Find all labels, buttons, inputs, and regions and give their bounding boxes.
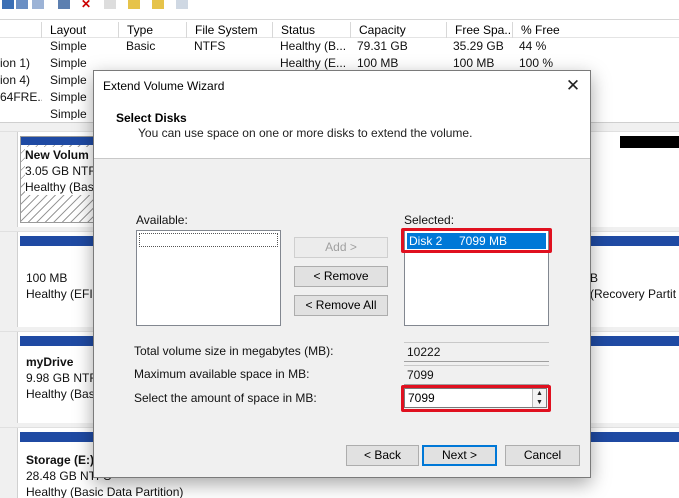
max-space-value: 7099 (404, 365, 549, 385)
partition-recovery[interactable]: B (Recovery Partit (590, 236, 679, 319)
partition-right[interactable] (590, 336, 679, 415)
add-button[interactable]: Add > (294, 237, 388, 258)
selected-label: Selected: (404, 213, 455, 227)
layout: Simple (50, 107, 87, 120)
col-pct-free[interactable]: % Free (512, 22, 607, 38)
back-icon[interactable] (2, 0, 14, 9)
delete-icon[interactable]: ✕ (80, 0, 92, 10)
volume-name: ion 4) (0, 73, 31, 87)
amount-input[interactable] (405, 389, 529, 407)
partition-bar (21, 137, 99, 145)
partition-new-volume[interactable]: New Volum 3.05 GB NTFS Healthy (Basic (20, 136, 104, 223)
spin-down-icon[interactable]: ▼ (532, 398, 546, 407)
file-system: NTFS (194, 39, 226, 53)
partition-right[interactable] (590, 136, 679, 148)
list-item[interactable]: Disk 2 7099 MB (407, 233, 546, 249)
volume-name (0, 38, 40, 55)
help-icon[interactable] (32, 0, 44, 9)
partition-status: Healthy (Basic Data Partition) (26, 485, 184, 498)
up-icon[interactable] (128, 0, 140, 9)
page-title: Select Disks (116, 111, 187, 125)
capacity: 79.31 GB (357, 39, 408, 53)
partition-bar (590, 336, 679, 346)
toolbar: ✕ (0, 0, 679, 12)
status: Healthy (B... (280, 39, 347, 53)
volume-list-header: Layout Type File System Status Capacity … (0, 19, 679, 38)
connect-icon[interactable] (58, 0, 70, 9)
remove-all-button[interactable]: < Remove All (294, 295, 388, 316)
partition-bar (20, 336, 100, 346)
layout: Simple (50, 56, 87, 70)
type: Basic (126, 39, 156, 53)
page-subtitle: You can use space on one or more disks t… (138, 126, 473, 140)
partition-size: 100 MB (26, 271, 68, 285)
col-capacity[interactable]: Capacity (350, 22, 446, 38)
amount-stepper[interactable]: ▲ ▼ (404, 388, 547, 408)
partition-status: Healthy (Basic (25, 180, 103, 194)
total-size-value: 10222 (404, 342, 549, 362)
col-layout[interactable]: Layout (41, 22, 121, 38)
properties-icon[interactable] (16, 0, 28, 9)
view-icon[interactable] (176, 0, 188, 9)
partition-info: New Volum 3.05 GB NTFS Healthy (Basic (25, 147, 104, 195)
dialog-header: Select Disks You can use space on one or… (94, 101, 590, 159)
volume-name (0, 106, 40, 120)
partition-bar (20, 236, 100, 246)
partition-size: B (590, 271, 599, 285)
volume-name: 64FRE... (0, 90, 42, 104)
volume-name: ion 1) (0, 56, 31, 70)
partition-name: New Volum (25, 148, 89, 162)
disk-label-strip (0, 132, 18, 227)
partition-size: 3.05 GB NTFS (25, 164, 104, 178)
close-icon[interactable]: ✕ (562, 75, 584, 97)
partition-info: 100 MB Healthy (EFI (26, 270, 93, 302)
available-label: Available: (136, 213, 188, 227)
table-row[interactable]: Simple Basic NTFS Healthy (B... 79.31 GB… (0, 38, 679, 55)
partition-bar (620, 136, 679, 148)
extend-volume-wizard-dialog: Extend Volume Wizard ✕ Select Disks You … (93, 70, 591, 478)
dialog-title: Extend Volume Wizard (103, 79, 225, 93)
col-type[interactable]: Type (118, 22, 186, 38)
next-button[interactable]: Next > (422, 445, 497, 466)
check-icon[interactable] (104, 0, 116, 9)
disk-label-strip (0, 232, 18, 327)
partition-name: Storage (E:) (26, 453, 95, 467)
col-status[interactable]: Status (272, 22, 350, 38)
amount-label: Select the amount of space in MB: (134, 391, 317, 405)
back-button[interactable]: < Back (346, 445, 419, 466)
selected-disks-list[interactable]: Disk 2 7099 MB (404, 230, 549, 326)
spin-up-icon[interactable]: ▲ (532, 389, 546, 398)
remove-button[interactable]: < Remove (294, 266, 388, 287)
partition-bar (590, 236, 679, 246)
partition-efi[interactable]: 100 MB Healthy (EFI (20, 236, 100, 319)
partition-status: Healthy (EFI (26, 287, 93, 301)
dialog-titlebar[interactable]: Extend Volume Wizard ✕ (94, 71, 590, 101)
col-file-system[interactable]: File System (186, 22, 272, 38)
partition-name: myDrive (26, 355, 74, 369)
search-icon[interactable] (152, 0, 164, 9)
selected-disk-size: 7099 MB (459, 234, 508, 248)
disk-label-strip (0, 332, 18, 423)
disk-label-strip (0, 428, 18, 498)
layout: Simple (50, 73, 87, 87)
pct-free: 44 % (519, 39, 547, 53)
layout: Simple (50, 39, 87, 53)
selected-disk-name: Disk 2 (409, 234, 443, 248)
partition-status: Healthy (Basic (26, 387, 104, 401)
partition-info: B (Recovery Partit (590, 270, 676, 302)
list-focus-row (139, 233, 278, 247)
cancel-button[interactable]: Cancel (505, 445, 580, 466)
available-disks-list[interactable] (136, 230, 281, 326)
layout: Simple (50, 90, 87, 104)
free-space: 35.29 GB (453, 39, 504, 53)
partition-mydrive[interactable]: myDrive 9.98 GB NTFS Healthy (Basic (20, 336, 105, 415)
total-size-label: Total volume size in megabytes (MB): (134, 344, 334, 358)
max-space-label: Maximum available space in MB: (134, 367, 310, 381)
partition-status: (Recovery Partit (590, 287, 677, 301)
col-free-space[interactable]: Free Spa... (446, 22, 512, 38)
